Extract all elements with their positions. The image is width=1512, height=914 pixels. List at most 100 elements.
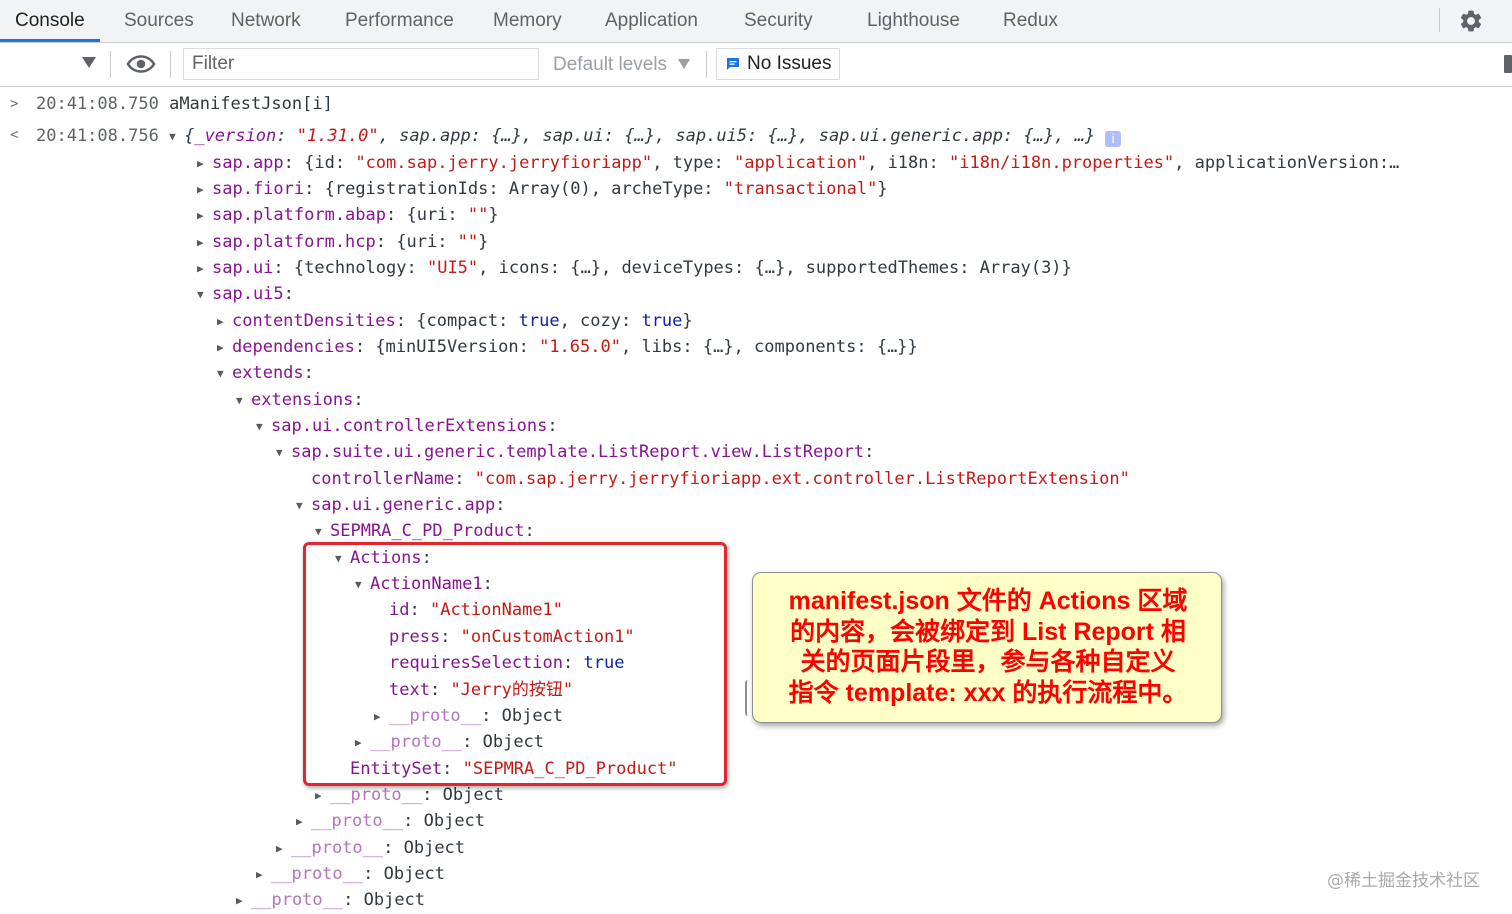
watermark: @稀土掘金技术社区 xyxy=(1327,871,1480,891)
tree-row[interactable]: ▼ sap.ui.generic.app: xyxy=(296,492,516,518)
info-icon[interactable]: i xyxy=(1105,131,1122,147)
collapse-triangle-icon[interactable]: ▶ xyxy=(197,151,212,177)
console-input-line: 20:41:08.750 aManifestJson[i] xyxy=(36,91,333,117)
property-value: {compact: true, cozy: true} xyxy=(416,311,693,331)
collapse-triangle-icon[interactable]: ▶ xyxy=(197,230,212,256)
property-key: __proto__ xyxy=(311,811,404,831)
collapse-triangle-icon[interactable]: ▶ xyxy=(256,862,271,888)
property-key: extends xyxy=(232,363,304,383)
property-key: sap.suite.ui.generic.template.ListReport… xyxy=(291,442,865,462)
property-key: sap.ui xyxy=(212,258,274,278)
devtools-tab-bar: Console Sources Network Performance Memo… xyxy=(0,0,1512,43)
tab-application[interactable]: Application xyxy=(605,0,698,42)
property-value: {uri: ""} xyxy=(406,205,499,225)
property-key: dependencies xyxy=(232,337,355,357)
property-key: contentDensities xyxy=(232,311,396,331)
property-key: sap.fiori xyxy=(212,179,305,199)
property-key: __proto__ xyxy=(251,890,344,910)
tab-security[interactable]: Security xyxy=(744,0,813,42)
active-tab-indicator xyxy=(0,39,100,42)
property-value: {uri: ""} xyxy=(396,232,489,252)
collapse-triangle-icon[interactable]: ▶ xyxy=(276,836,291,862)
property-key: SEPMRA_C_PD_Product xyxy=(330,521,525,541)
property-key: sap.platform.hcp xyxy=(212,232,376,252)
tab-lighthouse[interactable]: Lighthouse xyxy=(867,0,960,42)
callout-line: 的内容，会被绑定到 List Report 相 xyxy=(790,617,1186,646)
tree-row[interactable]: ▶ contentDensities: {compact: true, cozy:… xyxy=(217,308,693,334)
property-key: sap.ui.controllerExtensions xyxy=(271,416,548,436)
tab-redux[interactable]: Redux xyxy=(1003,0,1058,42)
tree-row[interactable]: ▼ sap.ui5: xyxy=(197,281,304,307)
tree-row[interactable]: ▶ sap.platform.abap: {uri: ""} xyxy=(197,202,499,228)
expand-triangle-icon[interactable]: ▼ xyxy=(256,414,271,440)
property-key: __proto__ xyxy=(291,838,384,858)
tree-row[interactable]: ▶ __proto__: Object xyxy=(256,861,445,887)
input-prompt-icon: > xyxy=(10,96,19,112)
tree-row[interactable]: ▼ sap.suite.ui.generic.template.ListRepor… xyxy=(276,439,885,465)
tab-memory[interactable]: Memory xyxy=(493,0,562,42)
more-tools-icon[interactable] xyxy=(1504,55,1512,73)
timestamp: 20:41:08.756 xyxy=(36,126,159,146)
callout-text: manifest.json 文件的 Actions 区域 的内容，会被绑定到 L… xyxy=(765,586,1211,708)
collapse-triangle-icon[interactable]: ▶ xyxy=(197,177,212,203)
console-result-line[interactable]: 20:41:08.756 ▼ {_version: "1.31.0", sap.a… xyxy=(36,123,1122,150)
tree-row[interactable]: ▶ sap.platform.hcp: {uri: ""} xyxy=(197,229,488,255)
chevron-down-icon[interactable] xyxy=(678,59,690,69)
property-key: sap.ui5 xyxy=(212,284,284,304)
property-key: sap.app xyxy=(212,153,284,173)
property-value: {minUI5Version: "1.65.0", libs: {…}, com… xyxy=(375,337,918,357)
property-key: sap.platform.abap xyxy=(212,205,386,225)
expand-triangle-icon[interactable]: ▼ xyxy=(217,361,232,387)
collapse-triangle-icon[interactable]: ▶ xyxy=(236,888,251,914)
tab-console[interactable]: Console xyxy=(15,0,85,42)
expand-triangle-icon[interactable]: ▼ xyxy=(236,388,251,414)
collapse-triangle-icon[interactable]: ▶ xyxy=(197,256,212,282)
tree-row[interactable]: ▼ sap.ui.controllerExtensions: xyxy=(256,413,568,439)
tab-network[interactable]: Network xyxy=(231,0,301,42)
property-value: Object xyxy=(363,890,426,910)
property-key: extensions xyxy=(251,390,354,410)
eye-icon[interactable] xyxy=(126,52,156,76)
gear-icon[interactable] xyxy=(1458,8,1484,34)
issues-label: No Issues xyxy=(747,53,832,74)
context-dropdown-arrow-icon[interactable] xyxy=(82,57,96,68)
expand-triangle-icon[interactable]: ▼ xyxy=(197,282,212,308)
tree-row[interactable]: ▼ SEPMRA_C_PD_Product: xyxy=(315,518,545,544)
collapse-triangle-icon[interactable]: ▶ xyxy=(217,335,232,361)
expand-triangle-icon[interactable]: ▼ xyxy=(296,493,311,519)
toolbar-divider xyxy=(706,51,707,78)
expand-triangle-icon[interactable]: ▼ xyxy=(169,124,184,150)
collapse-triangle-icon[interactable]: ▶ xyxy=(197,203,212,229)
property-value: {registrationIds: Array(0), archeType: "… xyxy=(324,179,888,199)
annotation-callout: manifest.json 文件的 Actions 区域 的内容，会被绑定到 L… xyxy=(752,572,1222,723)
callout-line: manifest.json 文件的 Actions 区域 xyxy=(788,587,1188,615)
tree-row: controllerName: "com.sap.jerry.jerryfior… xyxy=(296,466,1130,492)
tree-row[interactable]: ▶ __proto__: Object xyxy=(296,808,485,834)
toolbar-divider xyxy=(170,51,171,78)
collapse-triangle-icon[interactable]: ▶ xyxy=(296,809,311,835)
tree-row[interactable]: ▶ sap.fiori: {registrationIds: Array(0), … xyxy=(197,176,888,202)
tree-row[interactable]: ▶ dependencies: {minUI5Version: "1.65.0",… xyxy=(217,334,918,360)
tree-row[interactable]: ▶ __proto__: Object xyxy=(276,835,465,861)
collapse-triangle-icon[interactable]: ▶ xyxy=(217,309,232,335)
property-value: "com.sap.jerry.jerryfioriapp.ext.control… xyxy=(474,469,1130,489)
filter-input[interactable] xyxy=(183,48,539,80)
property-value: Object xyxy=(403,838,466,858)
default-levels-dropdown[interactable]: Default levels xyxy=(553,43,667,86)
tree-row[interactable]: ▶ __proto__: Object xyxy=(236,887,425,913)
collapse-triangle-icon[interactable]: ▶ xyxy=(315,783,330,809)
issues-button[interactable]: No Issues xyxy=(716,48,840,80)
tree-row[interactable]: ▶ sap.app: {id: "com.sap.jerry.jerryfiori… xyxy=(197,150,1399,176)
tree-row[interactable]: ▼ extends: xyxy=(217,360,324,386)
tree-row[interactable]: ▶ sap.ui: {technology: "UI5", icons: {…},… xyxy=(197,255,1072,281)
property-value: Object xyxy=(423,811,486,831)
expand-triangle-icon[interactable]: ▼ xyxy=(276,440,291,466)
tree-row[interactable]: ▼ extensions: xyxy=(236,387,374,413)
tab-divider xyxy=(1439,8,1440,32)
callout-line: 指令 template: xxx 的执行流程中。 xyxy=(788,678,1188,707)
object-preview: sap.app: {…}, sap.ui: {…}, sap.ui5: {…},… xyxy=(399,126,1096,146)
tab-sources[interactable]: Sources xyxy=(124,0,194,42)
tab-performance[interactable]: Performance xyxy=(345,0,454,42)
property-key: sap.ui.generic.app xyxy=(311,495,496,515)
